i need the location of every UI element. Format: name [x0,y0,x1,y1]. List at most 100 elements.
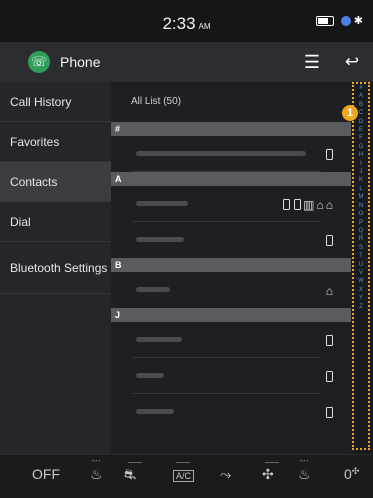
contact-number-icons [322,332,333,347]
mobile-icon [283,199,291,211]
list-item[interactable] [111,322,351,358]
back-icon[interactable]: ↩ [340,50,364,74]
section-header: # [111,122,351,136]
indicator-bar [128,462,142,463]
home-icon: ⌂ [325,197,333,212]
indicator-bar [265,462,279,463]
home-icon: ⌂ [316,197,324,212]
index-letter[interactable]: L [354,185,368,193]
mobile-icon [294,199,302,211]
sidebar-item-label: Bluetooth Settings [10,260,108,275]
sidebar-item-label: Favorites [10,134,60,149]
index-letter[interactable]: G [354,143,368,151]
seat-heat-icon[interactable]: ♨ [298,466,311,483]
sidebar-item-bluetooth-settings[interactable]: Bluetooth Settings [0,242,111,294]
sidebar-item-contacts[interactable]: Contacts [0,162,111,202]
index-letter[interactable]: # [354,84,368,92]
index-letter[interactable]: K [354,176,368,184]
section-header: A [111,172,351,186]
phone-app-icon: ☏ [28,51,50,73]
sidebar-item-favorites[interactable]: Favorites [0,122,111,162]
status-bar: 2:33 AM ✱ [0,0,373,42]
level-dots: ••• [300,459,310,465]
sidebar-item-label: Call History [10,94,72,109]
bluetooth-icon: ✱ [353,15,363,27]
mobile-icon [326,371,333,383]
contact-name-blurred [136,151,306,156]
contact-number-icons [322,404,333,419]
index-letter[interactable]: N [354,202,368,210]
contact-name-blurred [136,201,188,206]
list-item[interactable] [111,394,351,430]
index-letter[interactable]: S [354,244,368,252]
climate-off-button[interactable]: OFF [32,466,60,482]
index-letter[interactable]: Z [354,303,368,311]
alphabet-index-scrollbar[interactable]: # A B C D E F G H I J K L M N O P Q R S T U V W X Y Z [352,82,370,450]
list-item[interactable] [111,358,351,394]
index-letter[interactable]: D [354,118,368,126]
fan-icon[interactable]: ✣ [262,466,274,483]
contact-name-blurred [136,337,182,342]
mobile-icon [326,407,333,419]
ac-button[interactable]: A/C [173,470,195,482]
home-icon: ⌂ [325,283,333,298]
recirculation-icon[interactable]: ⛐ [124,466,136,485]
status-icons: ✱ [315,14,363,27]
fan-speed-value: 0✣ [344,466,360,482]
index-letter[interactable]: R [354,235,368,243]
office-icon: ▥ [303,197,315,212]
contact-name-blurred [136,237,184,242]
section-header: B [111,258,351,272]
index-letter[interactable]: O [354,210,368,218]
callout-badge: 1 [342,105,358,121]
contact-number-icons [322,232,333,247]
level-dots: ••• [92,459,102,465]
contact-number-icons [322,368,333,383]
rear-defrost-icon[interactable]: ♨ [90,466,103,483]
section-header: J [111,308,351,322]
index-letter[interactable]: J [354,168,368,176]
menu-icon[interactable]: ☰ [300,50,324,74]
index-letter[interactable]: W [354,277,368,285]
index-letter[interactable]: F [354,134,368,142]
index-letter[interactable]: P [354,219,368,227]
index-letter[interactable]: M [354,193,368,201]
mobile-icon [326,335,333,347]
app-bar: ☏ Phone ☰ ↩ [0,42,373,82]
contact-list: All List (50) # A ▥ ⌂ ⌂ B ⌂ J [111,82,351,454]
index-letter[interactable]: U [354,261,368,269]
climate-bar: OFF ••• ♨ ⛐ A/C ⤳ ✣ ••• ♨ 0✣ [0,454,373,498]
list-item[interactable] [111,136,351,172]
divider [133,171,321,172]
app-title: Phone [60,54,101,70]
list-header: All List (50) [131,96,182,107]
index-letter[interactable]: E [354,126,368,134]
sidebar-item-label: Contacts [10,174,58,189]
index-letter[interactable]: Q [354,227,368,235]
battery-icon [315,16,334,27]
sidebar: Call History Favorites Contacts Dial Blu… [0,82,111,454]
index-letter[interactable]: A [354,92,368,100]
status-ampm: AM [198,22,211,31]
index-letter[interactable]: X [354,286,368,294]
list-item[interactable] [111,222,351,258]
contact-number-icons: ▥ ⌂ ⌂ [279,196,333,212]
index-letter[interactable]: I [354,160,368,168]
contact-number-icons: ⌂ [324,282,333,298]
mobile-icon [326,235,333,247]
index-letter[interactable]: H [354,151,368,159]
sidebar-item-call-history[interactable]: Call History [0,82,111,122]
airflow-icon[interactable]: ⤳ [220,466,231,483]
sidebar-item-dial[interactable]: Dial [0,202,111,242]
index-letter[interactable]: T [354,252,368,260]
list-item[interactable]: ⌂ [111,272,351,308]
fan-small-icon: ✣ [351,466,360,476]
contact-name-blurred [136,409,174,414]
list-item[interactable]: ▥ ⌂ ⌂ [111,186,351,222]
contact-name-blurred [136,287,170,292]
index-letter[interactable]: Y [354,294,368,302]
indicator-bar [176,462,190,463]
contact-name-blurred [136,373,164,378]
index-letter[interactable]: V [354,269,368,277]
location-icon [340,16,351,27]
